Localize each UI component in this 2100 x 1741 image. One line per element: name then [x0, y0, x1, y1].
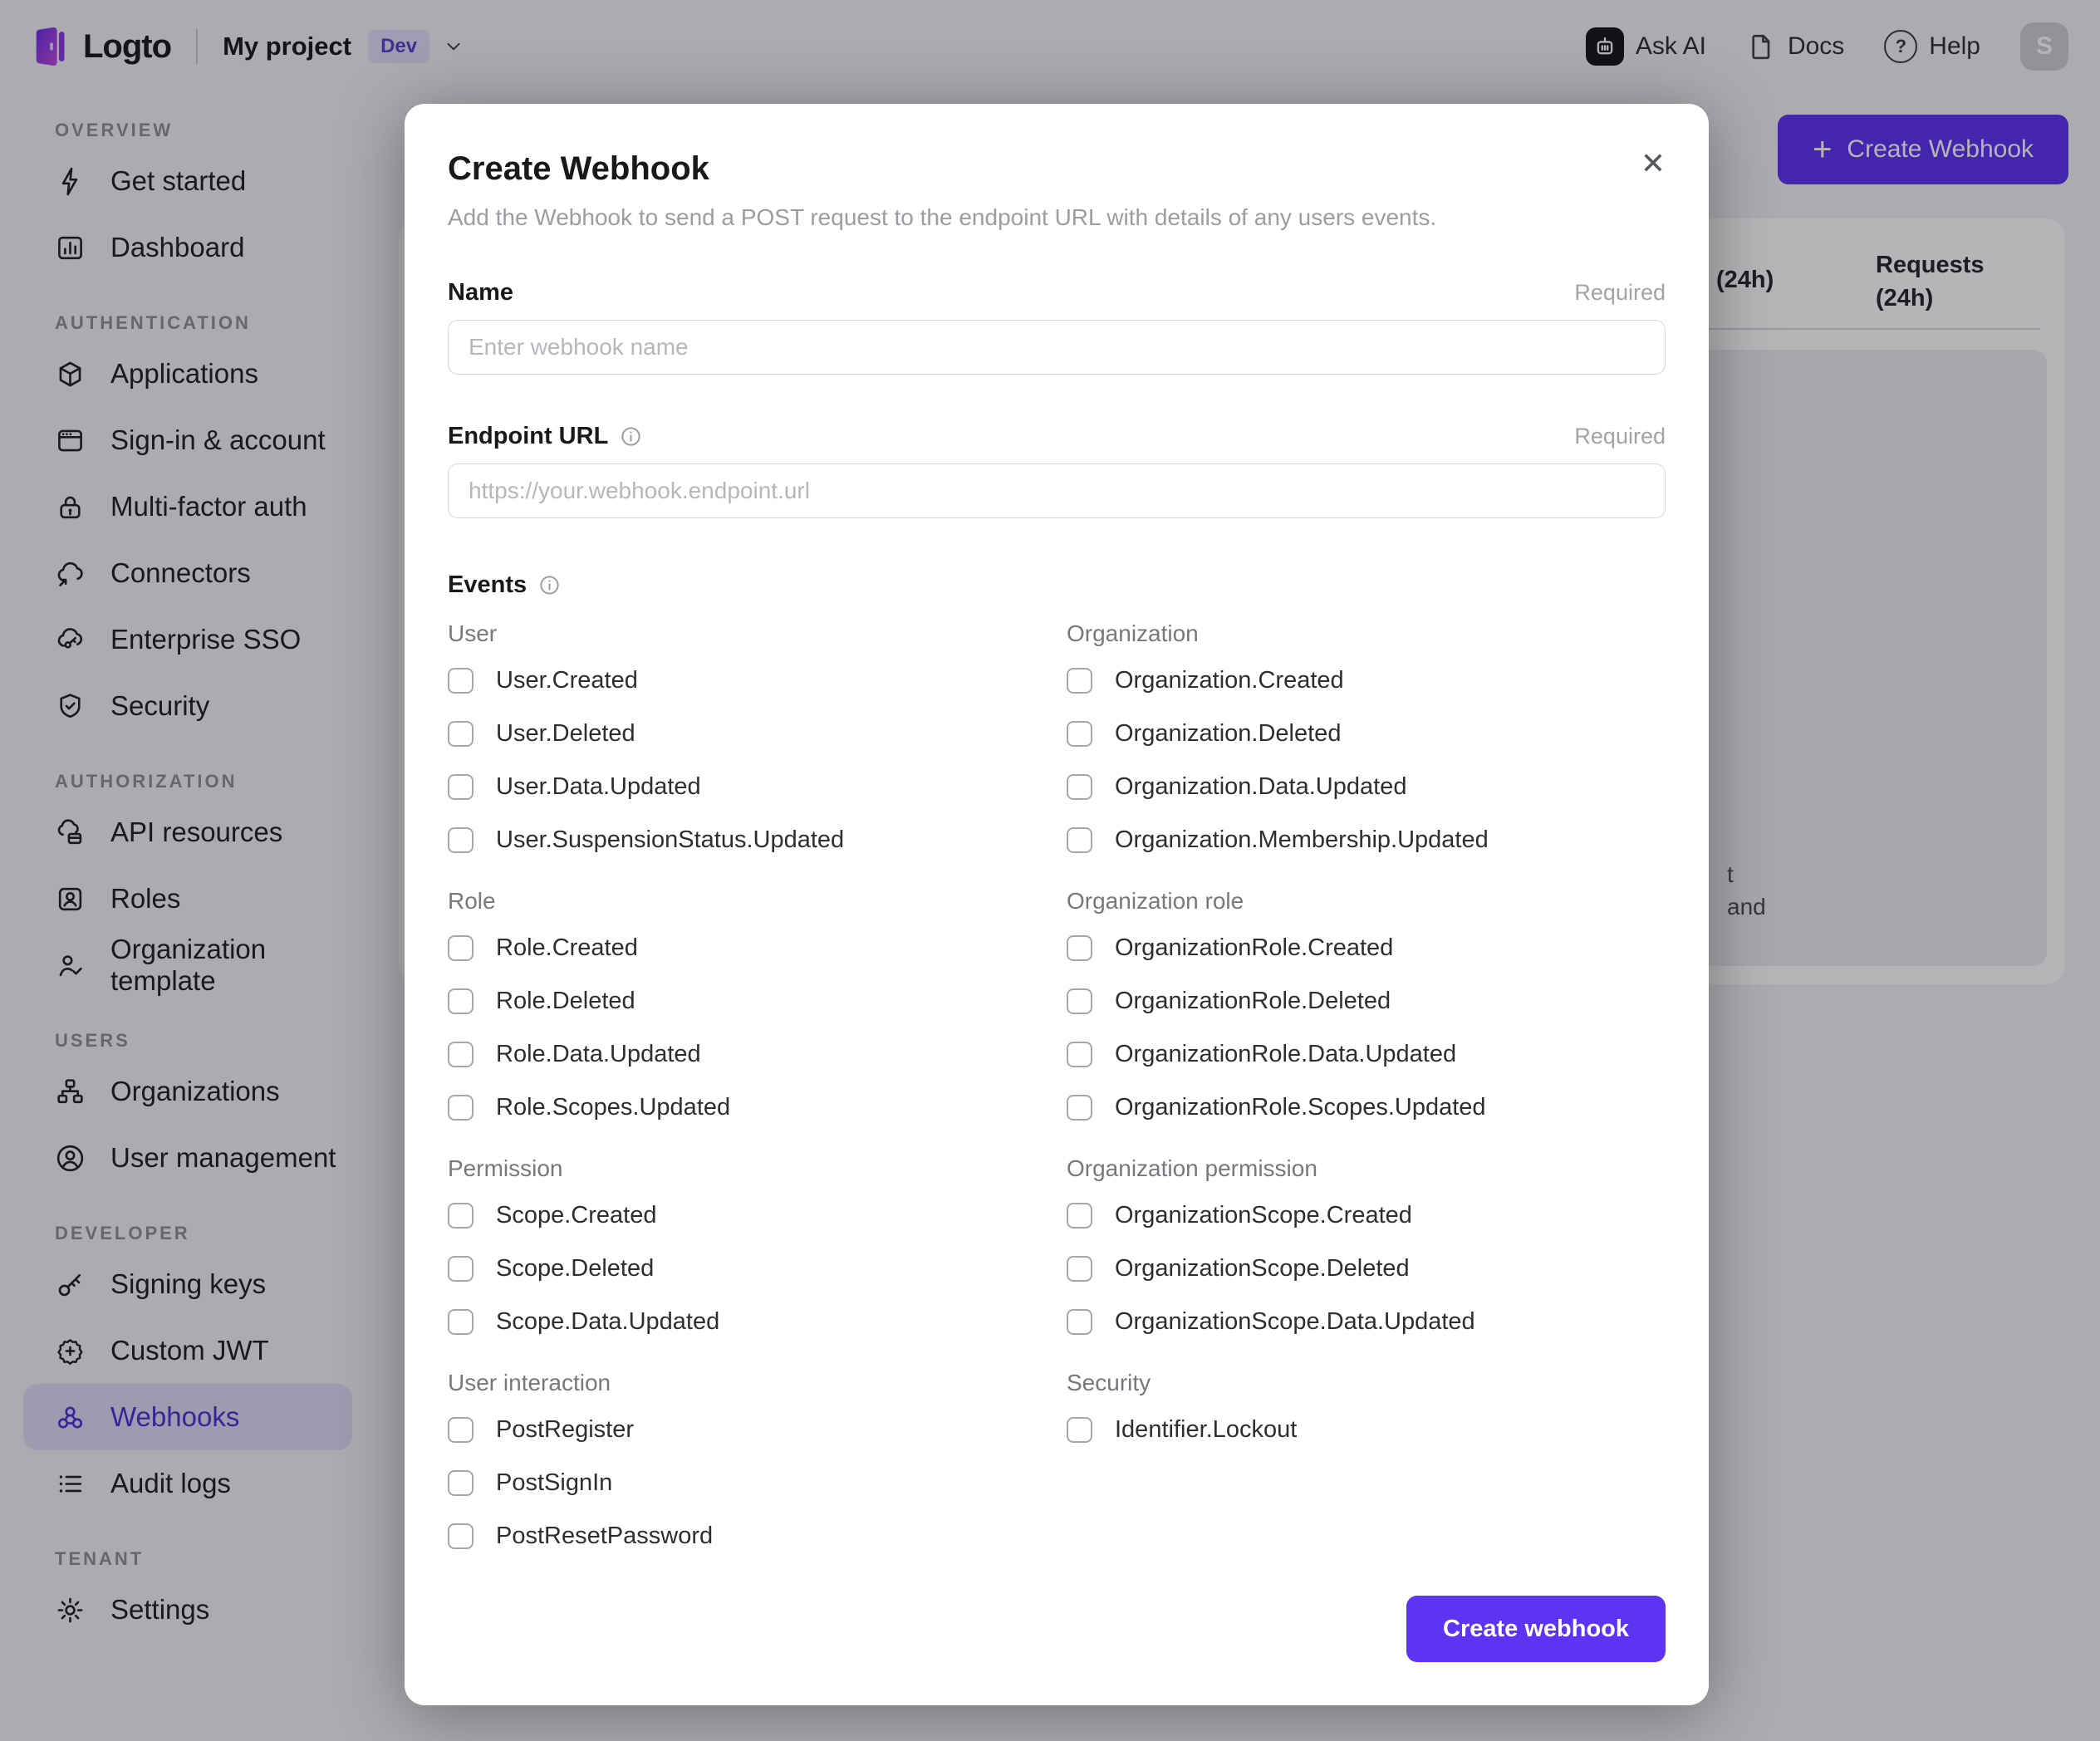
create-webhook-submit-button[interactable]: Create webhook [1406, 1596, 1666, 1662]
checkbox[interactable] [448, 720, 473, 747]
event-group-organization-permission: Organization permission OrganizationScop… [1067, 1155, 1666, 1348]
checkbox-row[interactable]: Role.Data.Updated [448, 1027, 1047, 1081]
checkbox-row[interactable]: User.SuspensionStatus.Updated [448, 813, 1047, 866]
checkbox[interactable] [448, 773, 473, 800]
endpoint-url-input[interactable] [448, 463, 1666, 518]
checkbox-row[interactable]: User.Created [448, 654, 1047, 707]
create-webhook-modal: Create Webhook ✕ Add the Webhook to send… [405, 104, 1709, 1705]
info-icon[interactable] [620, 425, 642, 448]
event-group-permission: Permission Scope.Created Scope.Deleted S… [448, 1155, 1047, 1348]
checkbox[interactable] [1067, 1255, 1092, 1282]
checkbox[interactable] [1067, 1041, 1092, 1067]
checkbox[interactable] [1067, 1202, 1092, 1229]
info-icon[interactable] [538, 574, 561, 596]
checkbox-row[interactable]: OrganizationRole.Scopes.Updated [1067, 1081, 1666, 1134]
checkbox[interactable] [448, 826, 473, 853]
checkbox-row[interactable]: Identifier.Lockout [1067, 1403, 1666, 1456]
checkbox-row[interactable]: Organization.Membership.Updated [1067, 813, 1666, 866]
checkbox-row[interactable]: OrganizationRole.Created [1067, 921, 1666, 974]
checkbox[interactable] [1067, 720, 1092, 747]
event-group-organization-role: Organization role OrganizationRole.Creat… [1067, 888, 1666, 1134]
checkbox-row[interactable]: Role.Deleted [448, 974, 1047, 1027]
checkbox-row[interactable]: Organization.Deleted [1067, 707, 1666, 760]
checkbox[interactable] [1067, 934, 1092, 961]
checkbox-row[interactable]: User.Data.Updated [448, 760, 1047, 813]
checkbox-row[interactable]: OrganizationRole.Data.Updated [1067, 1027, 1666, 1081]
checkbox-row[interactable]: PostResetPassword [448, 1509, 1047, 1562]
checkbox-row[interactable]: Organization.Created [1067, 654, 1666, 707]
checkbox[interactable] [448, 1094, 473, 1121]
checkbox[interactable] [448, 1308, 473, 1335]
checkbox[interactable] [448, 1469, 473, 1496]
event-group-role: Role Role.Created Role.Deleted Role.Data… [448, 888, 1047, 1134]
checkbox[interactable] [1067, 826, 1092, 853]
checkbox-row[interactable]: OrganizationRole.Deleted [1067, 974, 1666, 1027]
checkbox[interactable] [1067, 1416, 1092, 1443]
checkbox-row[interactable]: Scope.Deleted [448, 1242, 1047, 1295]
checkbox[interactable] [448, 1041, 473, 1067]
checkbox-row[interactable]: Organization.Data.Updated [1067, 760, 1666, 813]
modal-description: Add the Webhook to send a POST request t… [448, 204, 1437, 230]
checkbox-row[interactable]: User.Deleted [448, 707, 1047, 760]
checkbox-row[interactable]: Role.Created [448, 921, 1047, 974]
event-group-user-interaction: User interaction PostRegister PostSignIn… [448, 1370, 1047, 1562]
event-group-security: Security Identifier.Lockout [1067, 1370, 1666, 1562]
checkbox-row[interactable]: OrganizationScope.Created [1067, 1189, 1666, 1242]
checkbox-row[interactable]: PostRegister [448, 1403, 1047, 1456]
checkbox[interactable] [1067, 1308, 1092, 1335]
name-label: Name [448, 279, 513, 306]
checkbox-row[interactable]: Scope.Created [448, 1189, 1047, 1242]
app-root: Logto My project Dev Ask AI Docs ? Help … [0, 0, 2100, 1741]
checkbox[interactable] [1067, 988, 1092, 1014]
checkbox[interactable] [448, 1416, 473, 1443]
checkbox[interactable] [1067, 1094, 1092, 1121]
checkbox[interactable] [1067, 667, 1092, 694]
checkbox[interactable] [448, 1255, 473, 1282]
checkbox-row[interactable]: Role.Scopes.Updated [448, 1081, 1047, 1134]
endpoint-required-badge: Required [1574, 424, 1666, 449]
endpoint-url-label: Endpoint URL [448, 423, 609, 449]
checkbox-row[interactable]: Scope.Data.Updated [448, 1295, 1047, 1348]
name-field: Name Required [448, 279, 1666, 375]
checkbox[interactable] [448, 1523, 473, 1549]
checkbox[interactable] [448, 667, 473, 694]
checkbox[interactable] [448, 988, 473, 1014]
modal-title: Create Webhook [448, 150, 709, 187]
checkbox[interactable] [448, 1202, 473, 1229]
checkbox[interactable] [448, 934, 473, 961]
event-group-user: User User.Created User.Deleted User.Data… [448, 620, 1047, 866]
events-grid: User User.Created User.Deleted User.Data… [448, 620, 1666, 1584]
name-required-badge: Required [1574, 280, 1666, 305]
checkbox[interactable] [1067, 773, 1092, 800]
checkbox-row[interactable]: OrganizationScope.Deleted [1067, 1242, 1666, 1295]
endpoint-field: Endpoint URL Required [448, 423, 1666, 518]
close-icon[interactable]: ✕ [1637, 145, 1669, 182]
event-group-organization: Organization Organization.Created Organi… [1067, 620, 1666, 866]
checkbox-row[interactable]: OrganizationScope.Data.Updated [1067, 1295, 1666, 1348]
webhook-name-input[interactable] [448, 320, 1666, 375]
checkbox-row[interactable]: PostSignIn [448, 1456, 1047, 1509]
events-label: Events [448, 571, 527, 598]
